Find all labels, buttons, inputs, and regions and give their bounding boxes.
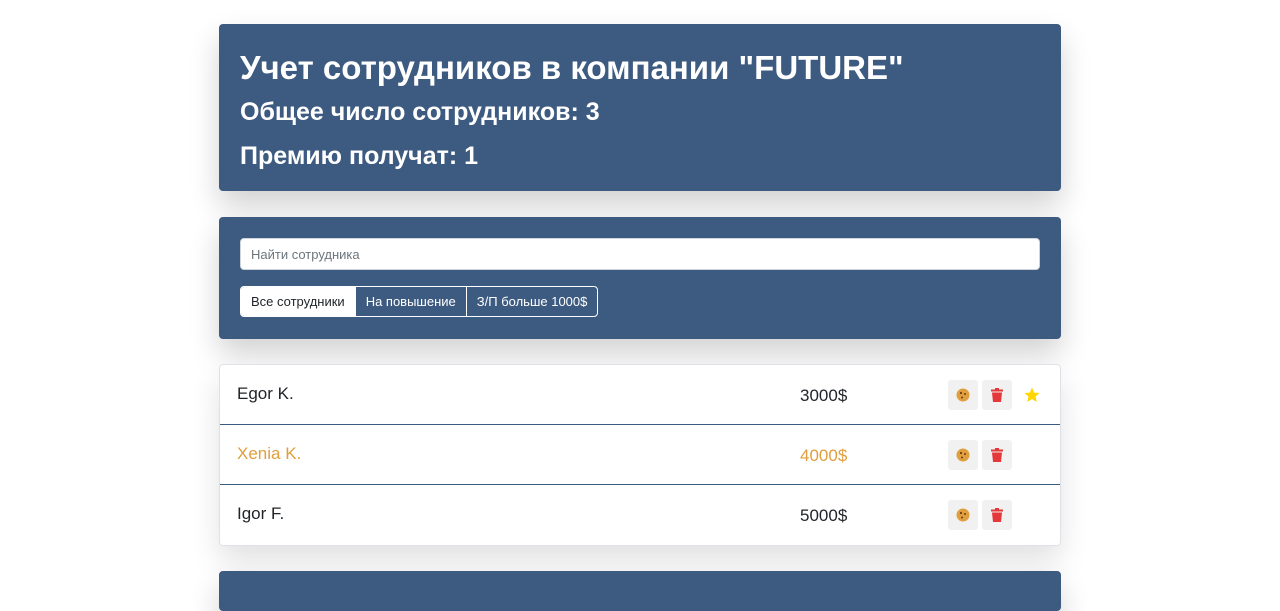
employee-salary: 5000$ (800, 506, 848, 525)
search-input[interactable] (240, 238, 1040, 270)
increase-button[interactable] (948, 380, 978, 410)
employee-salary: 3000$ (800, 386, 848, 405)
employee-name[interactable]: Egor K. (237, 384, 294, 404)
trash-icon (991, 508, 1003, 522)
list-item: Egor K. 3000$ (220, 365, 1060, 425)
employee-name[interactable]: Xenia K. (237, 444, 301, 464)
delete-button[interactable] (982, 380, 1012, 410)
delete-button[interactable] (982, 500, 1012, 530)
filter-all-button[interactable]: Все сотрудники (241, 287, 355, 316)
list-item: Xenia K. 4000$ (220, 425, 1060, 485)
trash-icon (991, 448, 1003, 462)
list-item: Igor F. 5000$ (220, 485, 1060, 545)
page-title: Учет сотрудников в компании "FUTURE" (240, 49, 904, 86)
filter-button-group: Все сотрудники На повышение З/П больше 1… (240, 286, 599, 317)
increase-button[interactable] (948, 500, 978, 530)
delete-button[interactable] (982, 440, 1012, 470)
employee-actions (948, 440, 1016, 470)
app-info-panel: Учет сотрудников в компании "FUTURE" Общ… (219, 24, 1061, 191)
total-employees-count: Общее число сотрудников: 3 (240, 98, 600, 126)
cookie-icon (956, 448, 970, 462)
cookie-icon (956, 388, 970, 402)
search-panel: Все сотрудники На повышение З/П больше 1… (219, 217, 1061, 339)
employees-list: Egor K. 3000$ Xenia K. 4000$ Igor F. 500… (219, 364, 1061, 546)
increase-button[interactable] (948, 440, 978, 470)
filter-salary-button[interactable]: З/П больше 1000$ (465, 287, 598, 316)
bonus-employees-count: Премию получат: 1 (240, 142, 479, 170)
employee-salary: 4000$ (800, 446, 848, 465)
employee-actions (948, 380, 1040, 410)
trash-icon (991, 388, 1003, 402)
add-employee-panel (219, 571, 1061, 611)
filter-rise-button[interactable]: На повышение (354, 287, 466, 316)
cookie-icon (956, 508, 970, 522)
employee-actions (948, 500, 1016, 530)
star-icon (1024, 387, 1040, 403)
employee-name[interactable]: Igor F. (237, 504, 284, 524)
